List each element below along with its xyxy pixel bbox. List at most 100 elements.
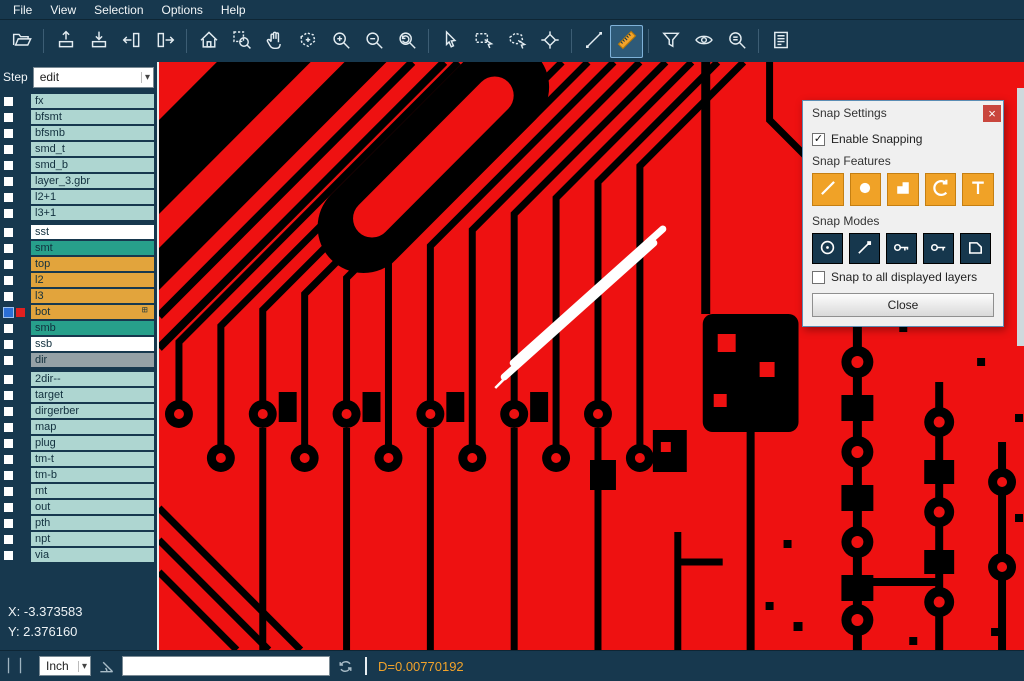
- layer-visibility-checkbox[interactable]: [4, 244, 13, 253]
- layer-name[interactable]: plug: [31, 436, 154, 450]
- layer-row-top[interactable]: top: [0, 257, 157, 271]
- menu-help[interactable]: Help: [212, 3, 255, 17]
- layer-visibility-checkbox[interactable]: [4, 161, 13, 170]
- open-folder-button[interactable]: [5, 25, 38, 58]
- angle-measure-icon[interactable]: [98, 658, 115, 675]
- enable-snapping-checkbox[interactable]: ✓: [812, 133, 825, 146]
- menu-selection[interactable]: Selection: [85, 3, 152, 17]
- layer-name[interactable]: layer_3.gbr: [31, 174, 154, 188]
- snap-mode-contour-button[interactable]: [960, 233, 991, 264]
- layer-row-pth[interactable]: pth: [0, 516, 157, 530]
- eye-button[interactable]: [687, 25, 720, 58]
- snap-mode-endpoint-button[interactable]: [849, 233, 880, 264]
- layer-visibility-checkbox[interactable]: [4, 276, 13, 285]
- layer-name[interactable]: npt: [31, 532, 154, 546]
- zoom-out-button[interactable]: [357, 25, 390, 58]
- layer-visibility-checkbox[interactable]: [4, 340, 13, 349]
- layer-visibility-checkbox[interactable]: [4, 129, 13, 138]
- layer-row-ssb[interactable]: ssb: [0, 337, 157, 351]
- layer-name[interactable]: mt: [31, 484, 154, 498]
- import-top-button[interactable]: [49, 25, 82, 58]
- layer-visibility-checkbox[interactable]: [4, 535, 13, 544]
- layer-visibility-checkbox[interactable]: [4, 471, 13, 480]
- layer-name[interactable]: map: [31, 420, 154, 434]
- close-button[interactable]: Close: [812, 293, 994, 317]
- layer-row-layer_3.gbr[interactable]: layer_3.gbr: [0, 174, 157, 188]
- zoom-polygon-button[interactable]: [291, 25, 324, 58]
- layer-name[interactable]: l3: [31, 289, 154, 303]
- pcb-canvas[interactable]: Snap Settings × ✓ Enable Snapping Snap F…: [157, 62, 1024, 650]
- home-button[interactable]: [192, 25, 225, 58]
- layer-visibility-checkbox[interactable]: [4, 292, 13, 301]
- layer-row-l2+1[interactable]: l2+1: [0, 190, 157, 204]
- menu-view[interactable]: View: [41, 3, 85, 17]
- layer-name[interactable]: smt: [31, 241, 154, 255]
- layer-row-via[interactable]: via: [0, 548, 157, 562]
- layer-visibility-checkbox[interactable]: [4, 423, 13, 432]
- measure-diamond-button[interactable]: [533, 25, 566, 58]
- layer-row-smd_t[interactable]: smd_t: [0, 142, 157, 156]
- all-layers-checkbox[interactable]: [812, 271, 825, 284]
- layer-row-dir[interactable]: dir: [0, 353, 157, 367]
- import-bottom-button[interactable]: [82, 25, 115, 58]
- layer-row-smb[interactable]: smb: [0, 321, 157, 335]
- export-left-button[interactable]: [115, 25, 148, 58]
- canvas-scrollbar[interactable]: [1017, 88, 1024, 346]
- layer-name[interactable]: pth: [31, 516, 154, 530]
- layer-visibility-checkbox[interactable]: [4, 228, 13, 237]
- layer-name[interactable]: sst: [31, 225, 154, 239]
- layer-row-l2[interactable]: l2: [0, 273, 157, 287]
- select-rectangle-button[interactable]: [467, 25, 500, 58]
- layer-row-bfsmt[interactable]: bfsmt: [0, 110, 157, 124]
- layer-row-tm-t[interactable]: tm-t: [0, 452, 157, 466]
- layer-row-2dir--[interactable]: 2dir--: [0, 372, 157, 386]
- layer-visibility-checkbox[interactable]: [4, 113, 13, 122]
- layer-row-npt[interactable]: npt: [0, 532, 157, 546]
- layer-row-dirgerber[interactable]: dirgerber: [0, 404, 157, 418]
- snap-feature-pad-button[interactable]: [887, 173, 919, 206]
- layer-row-plug[interactable]: plug: [0, 436, 157, 450]
- layer-visibility-checkbox[interactable]: [4, 177, 13, 186]
- pan-hand-button[interactable]: [258, 25, 291, 58]
- layer-name[interactable]: fx: [31, 94, 154, 108]
- layer-visibility-checkbox[interactable]: [4, 308, 13, 317]
- layer-name[interactable]: dirgerber: [31, 404, 154, 418]
- layer-name[interactable]: bfsmb: [31, 126, 154, 140]
- layer-name[interactable]: smb: [31, 321, 154, 335]
- layer-name[interactable]: l2: [31, 273, 154, 287]
- zoom-window-button[interactable]: [225, 25, 258, 58]
- dialog-titlebar[interactable]: Snap Settings ×: [803, 101, 1003, 124]
- layer-name[interactable]: l2+1: [31, 190, 154, 204]
- layer-name[interactable]: smd_t: [31, 142, 154, 156]
- layer-row-sst[interactable]: sst: [0, 225, 157, 239]
- report-button[interactable]: [764, 25, 797, 58]
- layer-row-bfsmb[interactable]: bfsmb: [0, 126, 157, 140]
- layer-row-smt[interactable]: smt: [0, 241, 157, 255]
- layer-row-l3+1[interactable]: l3+1: [0, 206, 157, 220]
- layer-visibility-checkbox[interactable]: [4, 193, 13, 202]
- layer-name[interactable]: bfsmt: [31, 110, 154, 124]
- layer-visibility-checkbox[interactable]: [4, 97, 13, 106]
- menu-file[interactable]: File: [4, 3, 41, 17]
- dialog-close-icon[interactable]: ×: [983, 105, 1001, 122]
- snap-feature-line-button[interactable]: [812, 173, 844, 206]
- layer-name[interactable]: smd_b: [31, 158, 154, 172]
- layer-visibility-checkbox[interactable]: [4, 356, 13, 365]
- layer-row-tm-b[interactable]: tm-b: [0, 468, 157, 482]
- layer-name[interactable]: target: [31, 388, 154, 402]
- layer-visibility-checkbox[interactable]: [4, 324, 13, 333]
- layer-visibility-checkbox[interactable]: [4, 551, 13, 560]
- layer-row-target[interactable]: target: [0, 388, 157, 402]
- layer-name[interactable]: top: [31, 257, 154, 271]
- layer-name[interactable]: l3+1: [31, 206, 154, 220]
- layer-name[interactable]: via: [31, 548, 154, 562]
- menu-options[interactable]: Options: [153, 3, 212, 17]
- layer-visibility-checkbox[interactable]: [4, 487, 13, 496]
- layer-visibility-checkbox[interactable]: [4, 375, 13, 384]
- layer-name[interactable]: 2dir--: [31, 372, 154, 386]
- layer-row-smd_b[interactable]: smd_b: [0, 158, 157, 172]
- layer-row-fx[interactable]: fx: [0, 94, 157, 108]
- layer-row-bot[interactable]: bot: [0, 305, 157, 319]
- snap-feature-arc-button[interactable]: [925, 173, 957, 206]
- select-cursor-button[interactable]: [434, 25, 467, 58]
